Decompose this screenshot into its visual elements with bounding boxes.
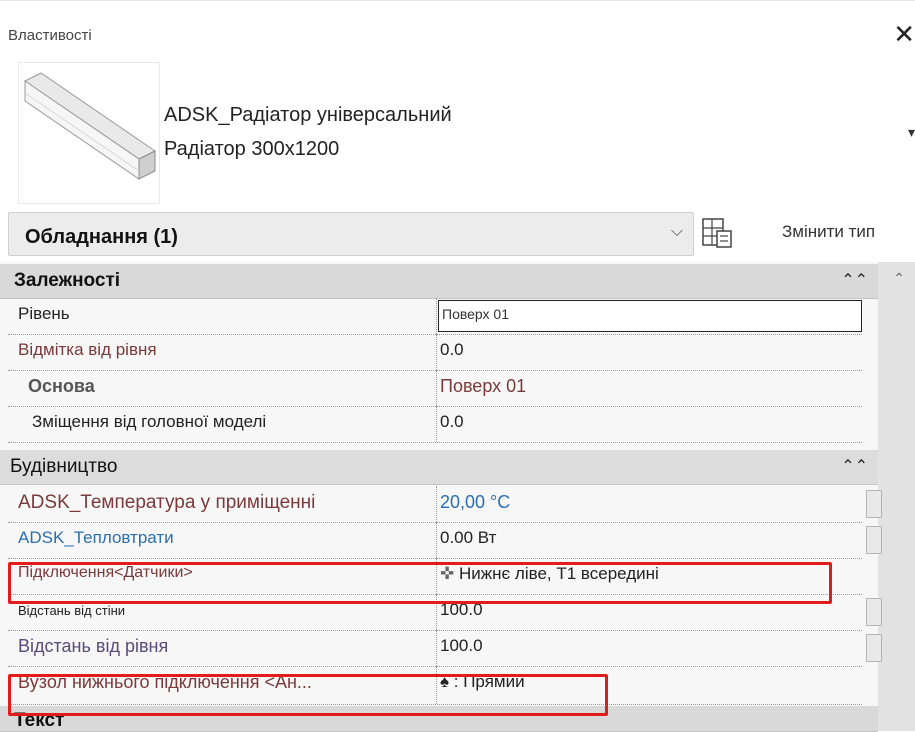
group-title: Будівництво xyxy=(10,456,118,477)
scrollbar[interactable]: ⌃ xyxy=(878,262,915,731)
param-button[interactable] xyxy=(866,526,882,554)
property-row-distance-from-level[interactable]: Відстань від рівня 100.0 xyxy=(8,630,882,667)
type-selector[interactable]: ADSK_Радіатор універсальний Радіатор 300… xyxy=(0,58,915,206)
param-button[interactable] xyxy=(866,598,882,626)
property-value[interactable]: 100.0 xyxy=(440,636,483,656)
highlight-sensor-connection xyxy=(8,562,832,604)
param-button[interactable] xyxy=(866,634,882,662)
property-row-elevation-from-level[interactable]: Відмітка від рівня 0.0 xyxy=(8,334,862,371)
property-value[interactable]: 0.0 xyxy=(440,412,464,432)
property-name: Зміщення від головної моделі xyxy=(32,412,267,431)
group-header-constraints[interactable]: Залежності ⌃⌃ xyxy=(0,264,878,299)
group-title: Залежності xyxy=(14,270,121,291)
param-button[interactable] xyxy=(866,490,882,518)
property-row-offset-from-host[interactable]: Зміщення від головної моделі 0.0 xyxy=(8,406,862,443)
highlight-bottom-connection-node xyxy=(8,674,608,716)
property-value[interactable]: 0.0 xyxy=(440,340,464,360)
chevron-down-icon[interactable]: ▾ xyxy=(908,124,915,141)
panel-title: Властивості xyxy=(8,27,92,44)
property-row-level[interactable]: Рівень Поверх 01 xyxy=(8,298,862,335)
category-filter-label: Обладнання (1) xyxy=(25,226,178,248)
property-name: ADSK_Температура у приміщенні xyxy=(18,492,316,513)
collapse-icon[interactable]: ⌃⌃ xyxy=(841,270,868,290)
properties-grid: ⌃ Залежності ⌃⌃ Рівень Поверх 01 Відмітк… xyxy=(0,262,915,732)
family-name: ADSK_Радіатор універсальний xyxy=(164,104,452,126)
property-row-host[interactable]: Основа Поверх 01 xyxy=(8,370,862,407)
property-name: Основа xyxy=(28,376,95,396)
type-preview-image xyxy=(18,62,160,204)
edit-type-icon[interactable] xyxy=(700,216,734,250)
property-name: Відстань від стіни xyxy=(18,603,126,618)
radiator-icon xyxy=(24,72,156,180)
collapse-icon[interactable]: ⌃⌃ xyxy=(841,456,868,476)
instance-filter-bar: Обладнання (1) ⌵ Змінити тип xyxy=(0,212,915,258)
close-icon[interactable]: ✕ xyxy=(893,21,915,47)
property-name: Рівень xyxy=(18,304,70,323)
property-value[interactable]: 20,00 °C xyxy=(440,492,510,513)
property-name: Відмітка від рівня xyxy=(18,340,157,359)
type-name: Радіатор 300х1200 xyxy=(164,138,340,160)
property-name: ADSK_Тепловтрати xyxy=(18,528,174,547)
properties-title-bar: Властивості ✕ xyxy=(0,0,915,59)
group-header-construction[interactable]: Будівництво ⌃⌃ xyxy=(0,450,878,485)
property-row-heat-loss[interactable]: ADSK_Тепловтрати 0.00 Вт xyxy=(8,522,882,559)
property-name: Відстань від рівня xyxy=(18,636,169,656)
category-filter-dropdown[interactable]: Обладнання (1) ⌵ xyxy=(8,212,694,256)
property-value: Поверх 01 xyxy=(442,306,510,322)
chevron-down-icon[interactable]: ⌵ xyxy=(671,223,683,241)
property-value[interactable]: 0.00 Вт xyxy=(440,528,496,548)
level-field[interactable]: Поверх 01 xyxy=(438,300,862,332)
property-value[interactable]: Поверх 01 xyxy=(440,376,526,397)
edit-type-button[interactable]: Змінити тип xyxy=(782,222,875,242)
property-row-room-temperature[interactable]: ADSK_Температура у приміщенні 20,00 °C xyxy=(8,486,882,523)
scroll-up-icon[interactable]: ⌃ xyxy=(893,270,905,287)
